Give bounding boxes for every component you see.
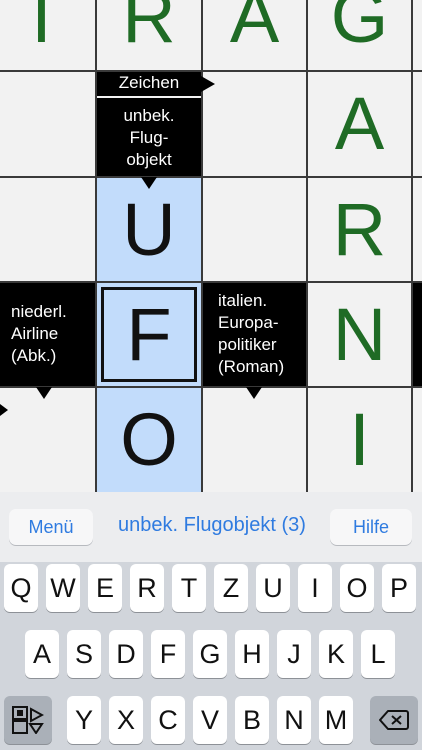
key-g[interactable]: G xyxy=(193,630,227,678)
key-p[interactable]: P xyxy=(382,564,416,612)
menu-button[interactable]: Menü xyxy=(9,509,93,545)
grid-toggle-key[interactable] xyxy=(4,696,52,744)
grid-cell[interactable]: A xyxy=(203,0,306,70)
cell-letter: A xyxy=(229,0,280,58)
key-i[interactable]: I xyxy=(298,564,332,612)
grid-toggle-icon xyxy=(12,706,44,734)
cell-letter: G xyxy=(330,0,389,58)
clue-text: Zeichen xyxy=(118,73,180,92)
cell-letter: R xyxy=(332,187,387,271)
cell-letter: F xyxy=(126,292,172,376)
key-n[interactable]: N xyxy=(277,696,311,744)
key-o[interactable]: O xyxy=(340,564,374,612)
cell-letter: N xyxy=(332,292,387,376)
key-u[interactable]: U xyxy=(256,564,290,612)
clue-line: (Abk.) xyxy=(11,346,57,365)
key-t[interactable]: T xyxy=(172,564,206,612)
key-r[interactable]: R xyxy=(130,564,164,612)
current-clue-label: unbek. Flugobjekt (3) xyxy=(118,514,306,536)
clue-politiker[interactable]: italien. Europa- politiker (Roman) xyxy=(203,283,306,386)
crossword-grid[interactable]: T R A G A U R F N O I Zeichen unbek. Flu… xyxy=(0,0,422,492)
clue-line: Europa- xyxy=(218,313,279,332)
key-x[interactable]: X xyxy=(109,696,143,744)
grid-cell[interactable]: A xyxy=(308,72,411,176)
clue-arrow-right-icon xyxy=(201,76,215,92)
key-w[interactable]: W xyxy=(46,564,80,612)
clue-ufo[interactable]: unbek. Flug- objekt xyxy=(97,98,201,176)
clue-line: objekt xyxy=(126,150,172,169)
key-m[interactable]: M xyxy=(319,696,353,744)
grid-line xyxy=(411,0,413,492)
key-e[interactable]: E xyxy=(88,564,122,612)
grid-cell[interactable]: T xyxy=(0,0,95,70)
backspace-icon xyxy=(379,710,409,730)
key-c[interactable]: C xyxy=(151,696,185,744)
grid-cell[interactable]: I xyxy=(308,388,411,492)
key-q[interactable]: Q xyxy=(4,564,38,612)
key-l[interactable]: L xyxy=(361,630,395,678)
clue-arrow-down-icon xyxy=(246,387,262,399)
clue-zeichen[interactable]: Zeichen xyxy=(97,72,201,96)
key-h[interactable]: H xyxy=(235,630,269,678)
key-s[interactable]: S xyxy=(67,630,101,678)
grid-line xyxy=(201,0,203,492)
clue-airline[interactable]: niederl. Airline (Abk.) xyxy=(0,283,95,386)
cell-letter: U xyxy=(122,187,176,271)
key-k[interactable]: K xyxy=(319,630,353,678)
key-d[interactable]: D xyxy=(109,630,143,678)
clue-arrow-right-icon xyxy=(0,404,8,416)
cell-letter: A xyxy=(334,82,385,165)
key-a[interactable]: A xyxy=(25,630,59,678)
key-y[interactable]: Y xyxy=(67,696,101,744)
clue-line: (Roman) xyxy=(218,357,285,376)
key-j[interactable]: J xyxy=(277,630,311,678)
backspace-key[interactable] xyxy=(370,696,418,744)
cell-letter: O xyxy=(120,398,178,481)
clue-arrow-down-icon xyxy=(141,177,157,189)
clue-line: italien. xyxy=(218,291,268,310)
clue-line: unbek. xyxy=(123,106,175,125)
key-f[interactable]: F xyxy=(151,630,185,678)
grid-cell[interactable]: R xyxy=(308,178,411,281)
clue-partial[interactable] xyxy=(413,283,422,386)
clue-line: Airline xyxy=(11,324,59,343)
grid-cell[interactable]: G xyxy=(308,0,411,70)
clue-line: politiker xyxy=(218,335,277,354)
key-b[interactable]: B xyxy=(235,696,269,744)
clue-toolbar: Menü unbek. Flugobjekt (3) Hilfe xyxy=(0,492,422,562)
keyboard: Menü unbek. Flugobjekt (3) Hilfe Q W E R… xyxy=(0,492,422,750)
grid-cell[interactable]: O xyxy=(97,388,201,492)
clue-line: Flug- xyxy=(129,128,169,147)
help-button[interactable]: Hilfe xyxy=(330,509,412,545)
cell-letter: R xyxy=(122,0,176,58)
grid-cell[interactable]: N xyxy=(308,283,411,386)
key-v[interactable]: V xyxy=(193,696,227,744)
key-z[interactable]: Z xyxy=(214,564,248,612)
grid-cell[interactable]: U xyxy=(97,178,201,281)
clue-arrow-down-icon xyxy=(36,387,52,399)
grid-cell[interactable]: F xyxy=(97,283,201,386)
cell-letter: I xyxy=(349,398,370,481)
clue-line: niederl. xyxy=(11,302,67,321)
grid-cell[interactable]: R xyxy=(97,0,201,70)
cell-letter: T xyxy=(18,0,65,58)
